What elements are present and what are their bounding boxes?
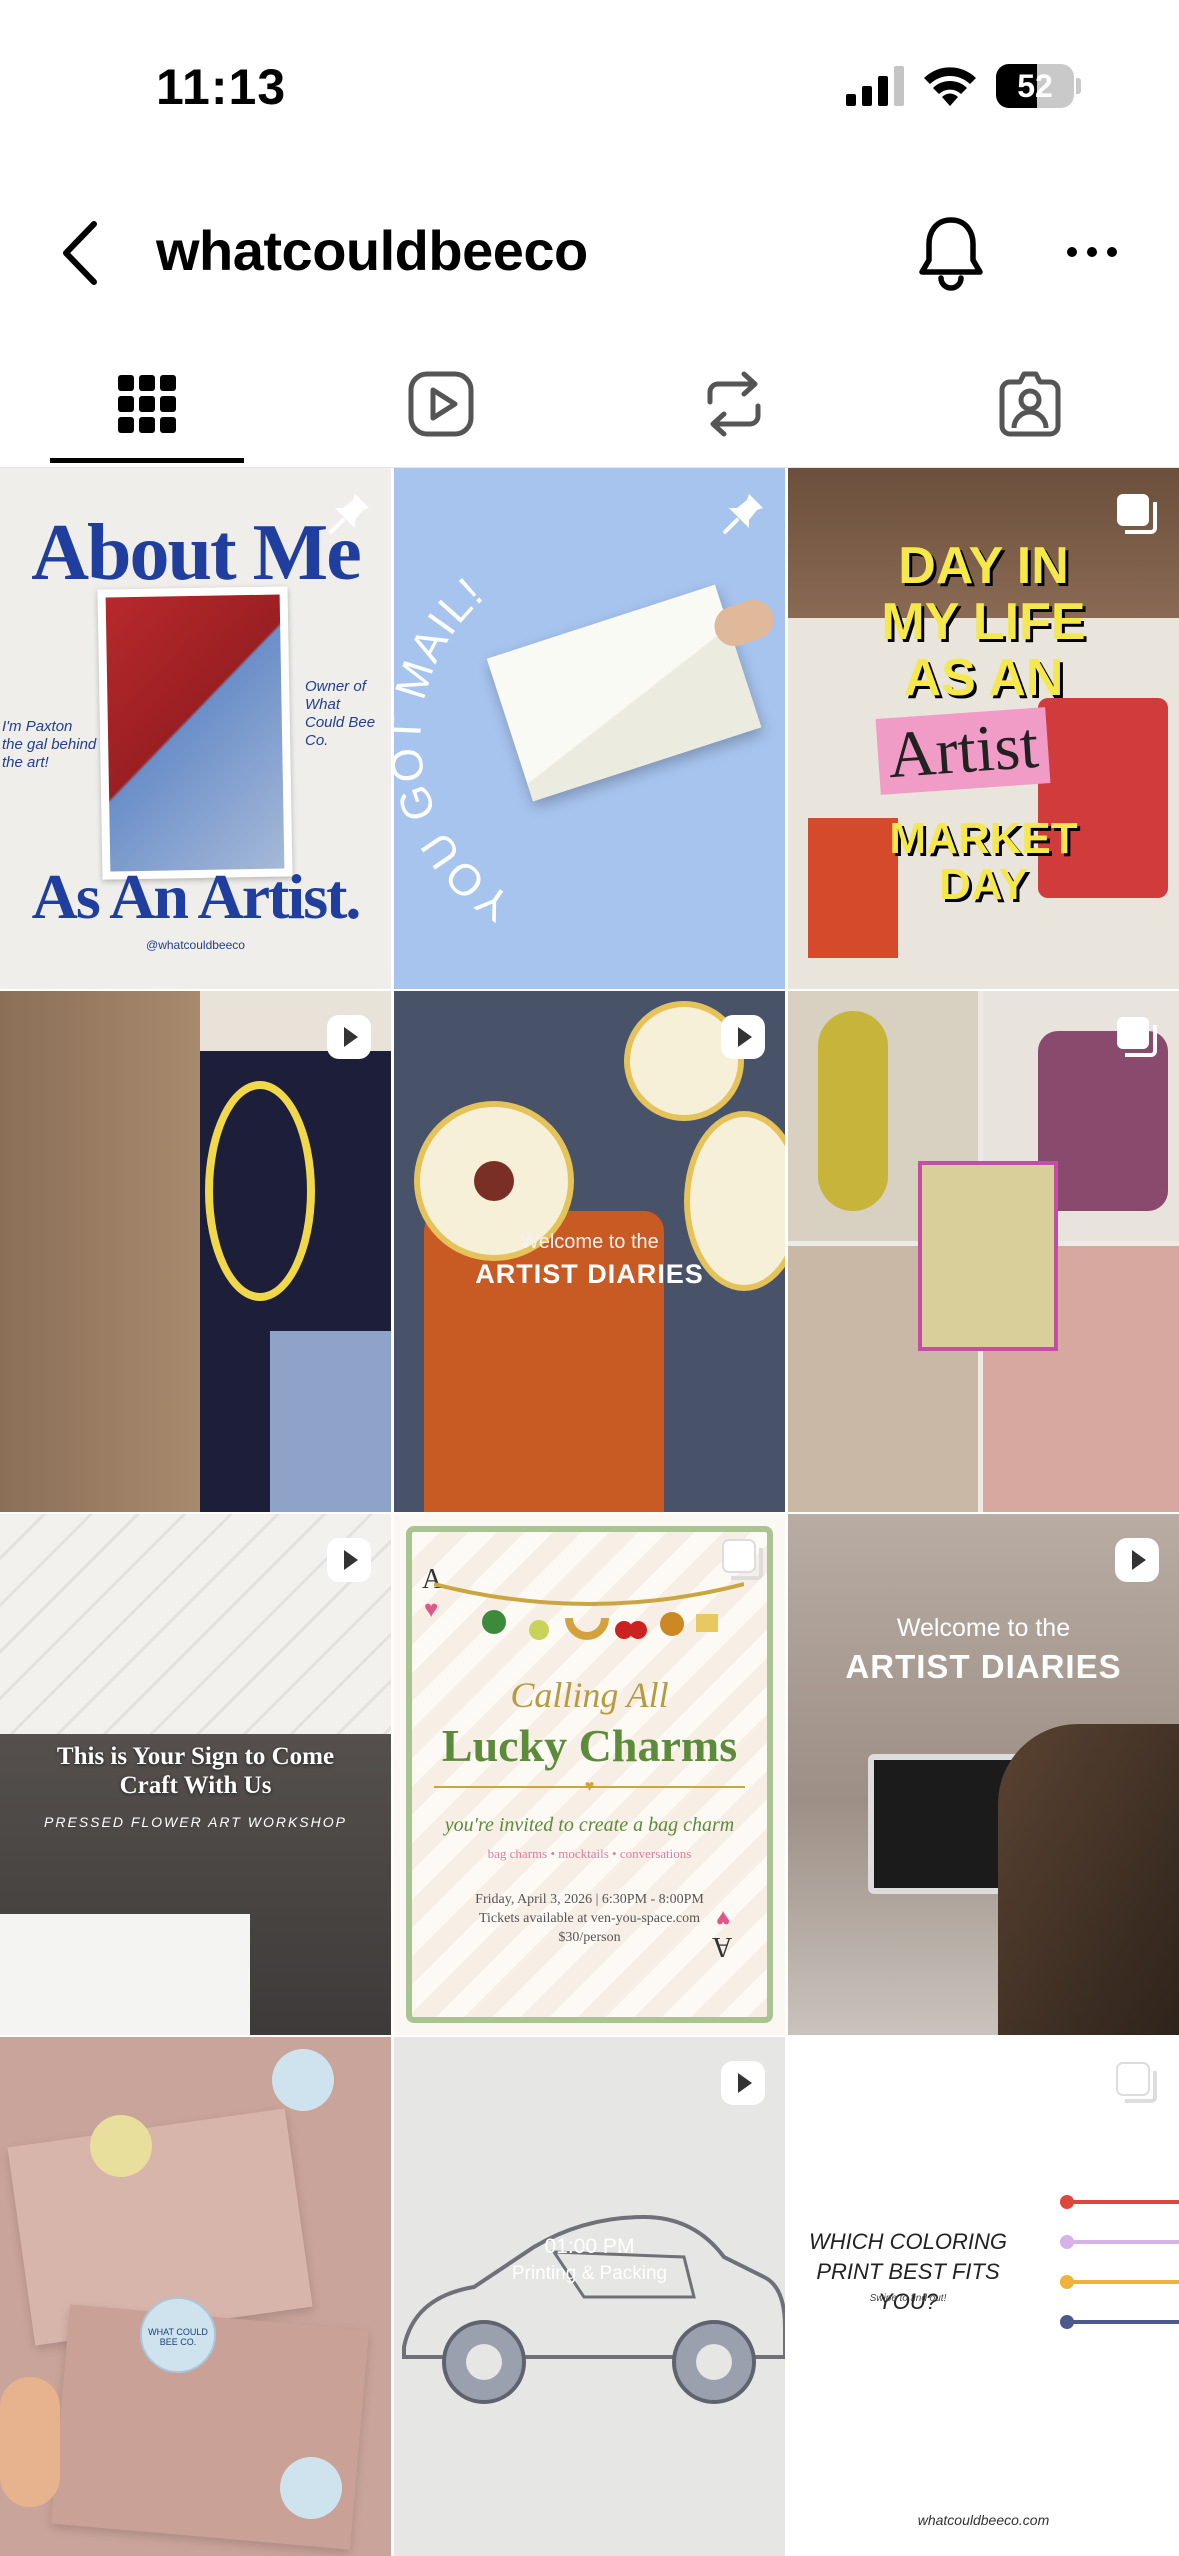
post-tile[interactable]: YOU GOT MAIL! (394, 468, 785, 989)
artwork-held (918, 1161, 1058, 1351)
tab-reposts[interactable] (636, 340, 832, 468)
profile-header: whatcouldbeeco (0, 190, 1179, 310)
grid-icon (118, 375, 176, 433)
chevron-left-icon[interactable] (56, 218, 106, 288)
post-tile[interactable]: Welcome to the ARTIST DIARIES (788, 1514, 1179, 2035)
post-title: Artist (875, 707, 1051, 795)
reel-icon (721, 2061, 765, 2105)
post-tile[interactable]: This is Your Sign to Come Craft With Us … (0, 1514, 391, 2035)
reel-icon (327, 1015, 371, 1059)
curved-title: YOU GOT MAIL! (394, 568, 519, 931)
heart-icon: ♥ (584, 1778, 595, 1795)
bell-icon[interactable] (916, 214, 986, 292)
post-tile[interactable]: Welcome to the ARTIST DIARIES (394, 991, 785, 1512)
post-title: Lucky Charms (441, 1720, 738, 1771)
post-tile[interactable]: About Me I'm Paxton the gal behind the a… (0, 468, 391, 989)
post-tile[interactable] (0, 991, 391, 1512)
carousel-icon (1116, 2062, 1157, 2103)
tagged-icon (999, 371, 1061, 437)
active-tab-indicator (50, 458, 244, 463)
post-caption: Swipe to find out! (869, 2293, 947, 2304)
post-tile[interactable] (788, 991, 1179, 1512)
post-subtitle: As An Artist. (31, 861, 362, 932)
post-tile[interactable]: 01:00 PM Printing & Packing (394, 2037, 785, 2556)
flower-center (474, 1161, 514, 1201)
ellipsis-icon[interactable] (1066, 230, 1118, 274)
tab-posts-grid[interactable] (49, 340, 245, 468)
card-letter: A (712, 1931, 733, 1962)
painter-figure (0, 991, 200, 1512)
workshop-table (0, 1914, 250, 2035)
svg-text:YOU GOT MAIL!: YOU GOT MAIL! (394, 568, 519, 931)
vase-shape (424, 1211, 664, 1512)
carousel-icon (1117, 1017, 1157, 1057)
post-tile[interactable]: A ♥ Calling All Lucky Charms ♥ you're in… (394, 1514, 785, 2035)
sticker-image (280, 2457, 342, 2519)
status-time: 11:13 (156, 59, 287, 115)
invite-text: you're invited to create a bag charm (444, 1814, 735, 1836)
post-caption: 01:00 PM (544, 2235, 635, 2258)
color-dot (1060, 2195, 1074, 2209)
sticker-image (272, 2049, 334, 2111)
tab-reels[interactable] (343, 340, 539, 468)
carousel-icon (1117, 494, 1157, 534)
sticker-image (90, 2115, 152, 2177)
post-subtitle: PRESSED FLOWER ART WORKSHOP (44, 1814, 347, 1830)
car-sketch-image (402, 2214, 785, 2404)
reels-icon (408, 371, 474, 437)
reel-icon (327, 1538, 371, 1582)
post-subtitle: Calling All (510, 1675, 669, 1715)
person-hair (998, 1724, 1179, 2035)
artwork (818, 1011, 888, 1211)
canvas-flower (205, 1081, 315, 1301)
post-tile[interactable]: DAY IN MY LIFE AS AN Artist MARKET DAY (788, 468, 1179, 989)
hand-image (0, 2377, 60, 2507)
sticker-image: WHAT COULD BEE CO. (140, 2297, 216, 2373)
post-handle: @whatcouldbeeco (146, 938, 245, 952)
color-dot (1060, 2275, 1074, 2289)
post-title: ARTIST DIARIES (845, 1648, 1122, 1685)
profile-username: whatcouldbeeco (156, 219, 588, 282)
post-title: ARTIST DIARIES (475, 1259, 704, 1289)
color-line (1066, 2240, 1179, 2244)
reel-icon (721, 1015, 765, 1059)
pin-icon (329, 494, 369, 534)
post-title: This is Your Sign to Come Craft With Us (56, 1743, 335, 1799)
status-bar: 11:13 52 (0, 0, 1179, 150)
wifi-icon (924, 67, 976, 106)
pin-icon (723, 494, 763, 534)
invite-text: bag charms • mocktails • conversations (487, 1846, 692, 1861)
cellular-signal-icon (846, 66, 904, 106)
artist-photo (105, 594, 285, 872)
reel-icon (1115, 1538, 1159, 1582)
post-tile[interactable]: WHAT COULD BEE CO. (0, 2037, 391, 2556)
handwritten-note: I'm Paxton the gal behind the art! (2, 718, 97, 771)
canvas-shape (270, 1331, 391, 1512)
profile-tabs (0, 340, 1179, 468)
post-footer: whatcouldbeeco.com (917, 2512, 1050, 2528)
tab-tagged[interactable] (932, 340, 1128, 468)
handwritten-note: Owner of What Could Bee Co. (305, 678, 376, 749)
post-title: DAY IN MY LIFE AS AN (881, 537, 1086, 707)
battery-icon: 52 (996, 64, 1081, 108)
post-title: MARKET DAY (889, 814, 1078, 909)
battery-level: 52 (1017, 68, 1053, 104)
color-line (1066, 2200, 1179, 2204)
reposts-icon (707, 371, 761, 437)
post-tile[interactable]: WHICH COLORING PRINT BEST FITS YOU? Swip… (788, 2037, 1179, 2556)
post-caption: Welcome to the (896, 1614, 1071, 1642)
carousel-icon (722, 1539, 763, 1580)
color-line (1066, 2280, 1179, 2284)
color-dot (1060, 2315, 1074, 2329)
heart-icon: ♥ (716, 1905, 731, 1932)
color-dot (1060, 2235, 1074, 2249)
charm-chain-image (434, 1582, 744, 1640)
photo-frame (97, 586, 293, 880)
post-caption: Welcome to the (520, 1231, 659, 1253)
color-line (1066, 2320, 1179, 2324)
post-caption: Printing & Packing (511, 2263, 668, 2284)
